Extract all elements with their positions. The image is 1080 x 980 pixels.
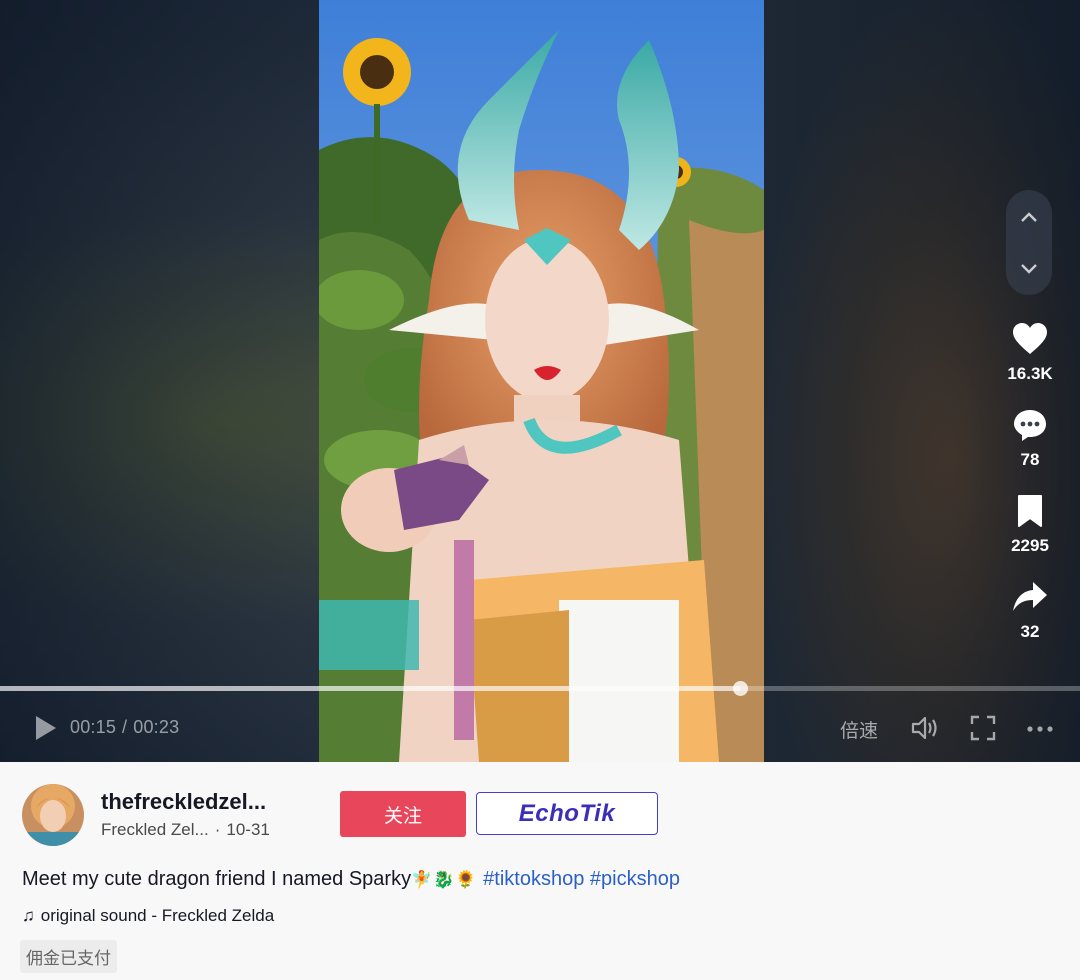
- like-button[interactable]: 16.3K: [990, 322, 1070, 384]
- next-video-chevron-down-icon[interactable]: [1017, 256, 1041, 280]
- video-navigation: [1006, 190, 1052, 295]
- like-count: 16.3K: [1007, 364, 1053, 383]
- progress-fill: [0, 686, 740, 691]
- heart-icon: [1013, 323, 1047, 354]
- progress-bar[interactable]: [0, 681, 1080, 696]
- echotik-logo-text: EchoTik: [518, 800, 616, 827]
- volume-icon[interactable]: [910, 714, 940, 742]
- author-meta: Freckled Zel... · 10-31: [101, 820, 270, 840]
- comment-icon: [1014, 410, 1046, 441]
- time-separator: /: [122, 717, 128, 737]
- fullscreen-icon[interactable]: [968, 714, 998, 742]
- progress-handle[interactable]: [732, 681, 748, 696]
- video-scene-image: [319, 0, 764, 762]
- play-icon[interactable]: [34, 714, 58, 742]
- commission-status-badge: 佣金已支付: [20, 940, 117, 973]
- comment-count: 78: [1020, 450, 1040, 469]
- duration: 00:23: [133, 717, 180, 737]
- post-date: 10-31: [226, 820, 270, 839]
- share-button[interactable]: 32: [990, 580, 1070, 642]
- previous-video-chevron-up-icon[interactable]: [1017, 206, 1041, 230]
- video-info-panel: thefreckledzel... Freckled Zel... · 10-31 …: [0, 762, 1080, 980]
- hashtag-link[interactable]: #tiktokshop: [483, 868, 584, 890]
- music-note-icon: ♫: [22, 906, 35, 925]
- meta-separator: ·: [214, 820, 221, 839]
- avatar[interactable]: [22, 784, 84, 846]
- caption-text: Meet my cute dragon friend I named Spark…: [22, 868, 412, 890]
- sound-link[interactable]: ♫ original sound - Freckled Zelda: [22, 906, 274, 926]
- comment-button[interactable]: 78: [990, 408, 1070, 470]
- current-time: 00:15: [70, 717, 117, 737]
- echotik-button[interactable]: EchoTik: [476, 792, 658, 835]
- video-frame[interactable]: [319, 0, 764, 762]
- save-button[interactable]: 2295: [990, 494, 1070, 556]
- bookmark-icon: [1018, 495, 1042, 527]
- sound-label: original sound - Freckled Zelda: [40, 906, 275, 925]
- video-player[interactable]: 00:15/00:23 倍速 16.3K 78 2295 32: [0, 0, 1080, 762]
- caption-emojis: 🧚🐉🌻: [411, 870, 478, 889]
- author-display-name[interactable]: Freckled Zel...: [101, 820, 209, 839]
- time-display: 00:15/00:23: [70, 717, 179, 738]
- follow-button[interactable]: 关注: [340, 791, 466, 837]
- share-arrow-icon: [1013, 582, 1047, 611]
- more-options-icon[interactable]: [1025, 714, 1055, 742]
- author-username[interactable]: thefreckledzel...: [101, 789, 321, 815]
- player-controls: 00:15/00:23 倍速: [0, 706, 1080, 750]
- hashtag-link[interactable]: #pickshop: [590, 868, 680, 890]
- playback-speed-button[interactable]: 倍速: [840, 716, 878, 743]
- share-count: 32: [1020, 622, 1040, 641]
- save-count: 2295: [1011, 536, 1049, 555]
- video-caption: Meet my cute dragon friend I named Spark…: [22, 868, 680, 891]
